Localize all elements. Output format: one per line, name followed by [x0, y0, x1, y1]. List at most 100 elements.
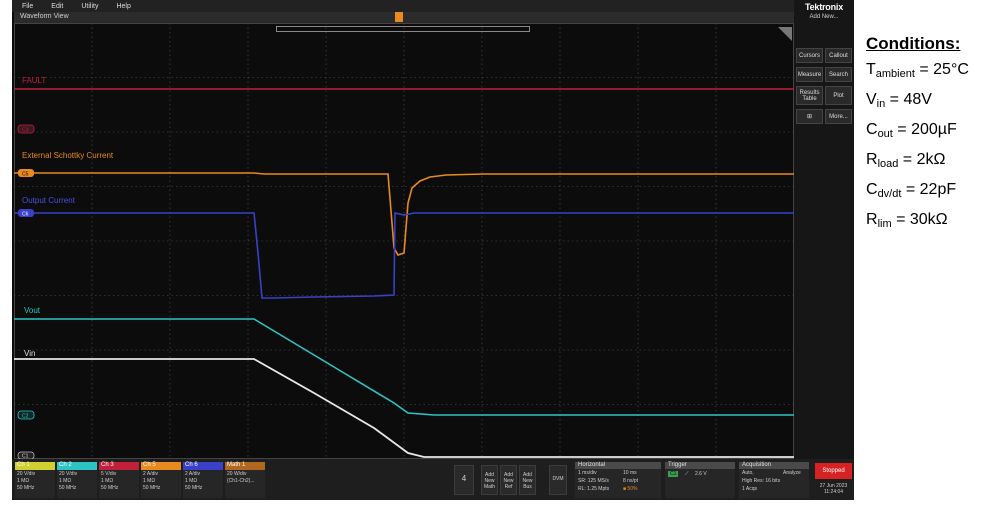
label-vin: Vin — [24, 349, 35, 358]
acquisition-mode: Auto, — [742, 470, 754, 476]
label-fault: FAULT — [22, 76, 46, 85]
channel-l2: 1 MΩ — [185, 478, 198, 484]
svg-text:C5: C5 — [22, 172, 29, 178]
search-button[interactable]: Search — [825, 67, 852, 82]
menu-bar: File Edit Utility Help — [12, 0, 794, 12]
horizontal-scale: 1 ms/div — [578, 470, 597, 476]
results-table-button[interactable]: Results Table — [796, 86, 823, 105]
channel-l2: (Ch1-Ch2)... — [227, 478, 255, 484]
condition-subscript: in — [876, 98, 886, 110]
conditions-title: Conditions: — [866, 34, 961, 53]
horizontal-title: Horizontal — [578, 462, 606, 468]
condition-symbol: T — [866, 61, 876, 78]
acquisition-analyze: Analyze — [783, 470, 801, 476]
menu-help[interactable]: Help — [116, 3, 130, 10]
svg-text:C6: C6 — [22, 212, 29, 218]
plot-button[interactable]: Plot — [825, 86, 852, 105]
callout-button[interactable]: Callout — [825, 48, 852, 63]
channel-name: Ch 1 — [17, 462, 30, 468]
menu-utility[interactable]: Utility — [81, 3, 98, 10]
condition-line: Vin = 48V — [866, 87, 997, 117]
condition-value: = 22pF — [901, 181, 957, 198]
channel-name: Ch 6 — [185, 462, 198, 468]
channel-l1: 20 W/div — [227, 471, 247, 477]
svg-text:C2: C2 — [22, 414, 29, 420]
channel-l2: 1 MΩ — [59, 478, 72, 484]
trigger-panel[interactable]: Trigger C1 ⟋ 2.6 V — [665, 462, 735, 498]
channel-badge-math-1[interactable]: Math 1 20 W/div (Ch1-Ch2)... — [225, 462, 265, 498]
marker-c3[interactable]: C3 — [17, 124, 35, 134]
channel-l3: 50 MHz — [17, 485, 35, 491]
label-vout: Vout — [24, 306, 41, 315]
channel-count-button[interactable]: 4 — [454, 465, 474, 495]
horizontal-position-value: 50% — [627, 486, 638, 492]
date-time: 27 Jun 2023 11:24:04 — [815, 483, 852, 495]
acquisition-panel[interactable]: Acquisition Auto, Analyze High Res: 16 b… — [739, 462, 809, 498]
oscilloscope-screen: File Edit Utility Help Waveform View FAU… — [12, 0, 854, 500]
channel-name: Ch 3 — [101, 462, 114, 468]
channel-markers: C3 C5 C6 C2 C1 — [17, 124, 35, 459]
condition-symbol: V — [866, 91, 877, 108]
channel-name: Math 1 — [227, 462, 246, 468]
channel-badge-ch-3[interactable]: Ch 3 5 V/div 1 MΩ 50 MHz — [99, 462, 139, 498]
condition-subscript: dv/dt — [877, 188, 902, 200]
horizontal-length: 10 ms — [623, 470, 637, 476]
trace-vout — [14, 318, 794, 416]
add-bus-button[interactable]: Add New Bus — [519, 465, 536, 495]
zoom-icon-button[interactable]: ⊞ — [796, 109, 823, 124]
more-button[interactable]: More... — [825, 109, 852, 124]
waveform-view-header: Waveform View — [14, 12, 794, 32]
condition-symbol: R — [866, 151, 878, 168]
menu-file[interactable]: File — [22, 3, 33, 10]
horizontal-panel[interactable]: Horizontal 1 ms/div 10 ms SR: 125 MS/s 8… — [575, 462, 661, 498]
zoom-icon: ⊞ — [806, 113, 813, 120]
channel-badge-ch-6[interactable]: Ch 6 2 A/div 1 MΩ 50 MHz — [183, 462, 223, 498]
add-ref-button[interactable]: Add New Ref — [500, 465, 517, 495]
marker-c5[interactable]: C5 — [18, 169, 34, 178]
channel-badge-ch-2[interactable]: Ch 2 20 V/div 1 MΩ 50 MHz — [57, 462, 97, 498]
acquisition-title: Acquisition — [742, 462, 772, 468]
view-corner-handle[interactable] — [778, 27, 792, 41]
channel-l3: 50 MHz — [59, 485, 77, 491]
condition-line: Cdv/dt = 22pF — [866, 177, 997, 207]
condition-line: Rload = 2kΩ — [866, 147, 997, 177]
add-new-label: Add New... — [809, 14, 839, 20]
bottom-status-bar: Ch 1 20 V/div 1 MΩ 50 MHz Ch 2 20 V/div 1 MΩ 50… — [12, 459, 854, 500]
dvm-button[interactable]: DVM — [549, 465, 567, 495]
trigger-slope-icon: ⟋ — [685, 471, 689, 477]
channel-badge-ch-1[interactable]: Ch 1 20 V/div 1 MΩ 50 MHz — [15, 462, 55, 498]
label-schottky: External Schottky Current — [22, 151, 114, 160]
condition-value: = 25°C — [914, 61, 969, 78]
channel-l3: 50 MHz — [143, 485, 161, 491]
trigger-level: 2.6 V — [695, 471, 707, 477]
conditions-panel: Conditions: Tambient = 25°C Vin = 48V Cout… — [866, 34, 997, 237]
menu-edit[interactable]: Edit — [51, 3, 63, 10]
trigger-source: C1 — [668, 471, 679, 477]
channel-name: Ch 5 — [143, 462, 156, 468]
run-stop-button[interactable]: Stopped — [815, 463, 852, 479]
add-math-button[interactable]: Add New Math — [481, 465, 498, 495]
marker-c2[interactable]: C2 — [17, 410, 35, 420]
marker-c1[interactable]: C1 — [17, 451, 35, 459]
condition-line: Tambient = 25°C — [866, 57, 997, 87]
waveform-view-title: Waveform View — [20, 13, 69, 20]
channel-labels: FAULT External Schottky Current Output C… — [22, 76, 114, 358]
marker-c6[interactable]: C6 — [18, 209, 34, 218]
condition-value: = 48V — [885, 91, 932, 108]
right-control-panel: Tektronix Add New... Cursors Callout Mea… — [794, 0, 854, 500]
horizontal-position: ■ 50% — [623, 486, 638, 492]
measure-button[interactable]: Measure — [796, 67, 823, 82]
condition-subscript: ambient — [875, 68, 915, 80]
waveform-graticule: FAULT External Schottky Current Output C… — [14, 23, 794, 459]
conditions-list: Tambient = 25°C Vin = 48V Cout = 200µF Rloa… — [866, 57, 997, 237]
channel-l1: 20 V/div — [17, 471, 36, 477]
sample-rate: SR: 125 MS/s — [578, 478, 609, 484]
condition-subscript: load — [877, 158, 899, 170]
channel-l1: 20 V/div — [59, 471, 78, 477]
channel-badge-ch-5[interactable]: Ch 5 2 A/div 1 MΩ 50 MHz — [141, 462, 181, 498]
cursors-button[interactable]: Cursors — [796, 48, 823, 63]
condition-subscript: lim — [877, 218, 892, 230]
acquisition-resolution: High Res: 16 bits — [742, 478, 781, 484]
trigger-position-marker[interactable] — [395, 12, 403, 22]
condition-symbol: C — [866, 121, 878, 138]
